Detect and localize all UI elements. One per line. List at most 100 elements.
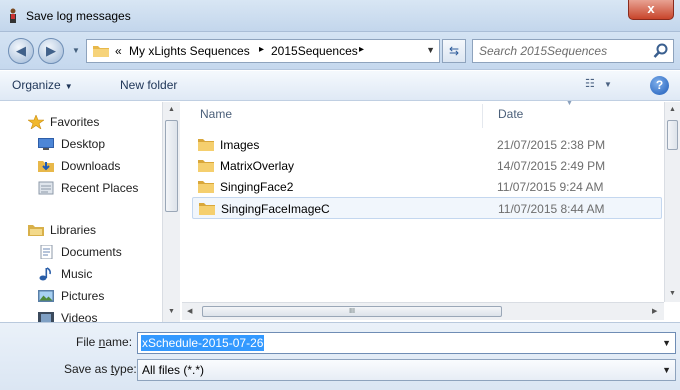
file-name-input[interactable]: xSchedule-2015-07-26 ▼ bbox=[137, 332, 676, 354]
chevron-down-icon[interactable]: ▼ bbox=[662, 338, 671, 348]
horizontal-scrollbar-thumb[interactable]: III bbox=[202, 306, 502, 317]
nav-desktop[interactable]: Desktop bbox=[0, 134, 162, 154]
desktop-icon bbox=[38, 138, 54, 150]
chevron-down-icon[interactable]: ▼ bbox=[662, 365, 671, 375]
recent-pages-dropdown[interactable]: ▼ bbox=[72, 46, 80, 55]
breadcrumb-overflow[interactable]: « bbox=[115, 44, 122, 58]
favorites-label: Favorites bbox=[50, 115, 100, 129]
nav-music[interactable]: Music bbox=[0, 264, 162, 284]
nav-downloads-label: Downloads bbox=[61, 159, 121, 173]
chevron-down-icon: ▼ bbox=[64, 82, 73, 91]
change-view-button[interactable]: ☷ ▼ bbox=[585, 77, 621, 95]
nav-pictures[interactable]: Pictures bbox=[0, 286, 162, 306]
breadcrumb-my-xlights-sequences[interactable]: My xLights Sequences bbox=[129, 44, 250, 58]
scroll-up-arrow-icon[interactable]: ▲ bbox=[669, 106, 676, 113]
scroll-right-arrow-icon[interactable]: ▶ bbox=[652, 307, 657, 315]
file-list-horizontal-scrollbar[interactable]: ◀ III ▶ bbox=[182, 302, 664, 320]
refresh-icon: ⇆ bbox=[448, 44, 460, 58]
column-separator[interactable] bbox=[482, 104, 483, 128]
breadcrumb-separator[interactable]: ▸ bbox=[259, 44, 264, 55]
save-as-type-select[interactable]: All files (*.*) ▼ bbox=[137, 359, 676, 381]
file-name-label-text: File bbox=[76, 335, 99, 349]
vertical-scrollbar-thumb[interactable] bbox=[667, 120, 678, 150]
nav-downloads[interactable]: Downloads bbox=[0, 156, 162, 176]
nav-favorites[interactable]: Favorites bbox=[0, 112, 162, 132]
file-name: MatrixOverlay bbox=[220, 159, 295, 173]
downloads-icon bbox=[38, 161, 54, 172]
videos-icon bbox=[38, 312, 54, 322]
file-date: 11/07/2015 9:24 AM bbox=[497, 180, 604, 194]
favorites-star-icon bbox=[28, 115, 44, 129]
save-as-type-label-text: ype: bbox=[114, 362, 137, 376]
nav-recent-places[interactable]: Recent Places bbox=[0, 178, 162, 198]
libraries-label: Libraries bbox=[50, 223, 97, 237]
scroll-up-arrow-icon[interactable]: ▲ bbox=[168, 106, 175, 113]
file-list-vertical-scrollbar[interactable]: ▲ ▼ bbox=[664, 102, 680, 302]
app-icon bbox=[10, 8, 16, 23]
nav-music-label: Music bbox=[61, 267, 93, 281]
new-folder-button[interactable]: New folder bbox=[120, 78, 177, 92]
nav-recent-places-label: Recent Places bbox=[61, 181, 139, 195]
search-box[interactable] bbox=[472, 39, 674, 63]
view-list-icon: ☷ bbox=[585, 78, 595, 90]
forward-button[interactable]: ▶ bbox=[38, 38, 64, 64]
nav-videos-label: Videos bbox=[61, 311, 98, 322]
folder-icon bbox=[199, 203, 215, 215]
navigation-scrollbar[interactable]: ▲ ▼ bbox=[162, 102, 180, 322]
nav-documents[interactable]: Documents bbox=[0, 242, 162, 262]
nav-pictures-label: Pictures bbox=[61, 289, 105, 303]
back-arrow-icon: ◀ bbox=[16, 43, 26, 58]
forward-arrow-icon: ▶ bbox=[46, 43, 56, 58]
navigation-pane: Favorites Desktop Downloads Recent Place… bbox=[0, 102, 162, 322]
file-name-label-text: ame: bbox=[105, 335, 133, 349]
search-input[interactable] bbox=[479, 43, 649, 59]
scroll-down-arrow-icon[interactable]: ▼ bbox=[669, 290, 676, 297]
file-date: 14/07/2015 2:49 PM bbox=[497, 159, 606, 173]
folder-icon bbox=[198, 139, 214, 151]
scroll-down-arrow-icon[interactable]: ▼ bbox=[168, 308, 175, 315]
address-dropdown-icon[interactable]: ▼ bbox=[426, 45, 435, 55]
file-date: 11/07/2015 8:44 AM bbox=[498, 202, 605, 216]
scroll-left-arrow-icon[interactable]: ◀ bbox=[187, 307, 192, 315]
sort-indicator-icon: ▼ bbox=[566, 100, 573, 107]
scrollbar-grip: III bbox=[349, 308, 355, 315]
folder-icon bbox=[93, 46, 109, 57]
title-bar: Save log messages x bbox=[0, 0, 680, 32]
breadcrumb-separator[interactable]: ▸ bbox=[359, 44, 364, 55]
file-row[interactable]: Images 21/07/2015 2:38 PM bbox=[192, 134, 662, 156]
breadcrumb-2015sequences[interactable]: 2015Sequences bbox=[271, 44, 358, 58]
column-header-name[interactable]: Name bbox=[200, 107, 232, 121]
file-name: Images bbox=[220, 138, 260, 152]
organize-label: Organize bbox=[12, 78, 61, 92]
close-button[interactable]: x bbox=[628, 0, 674, 20]
file-row-selected[interactable]: SingingFaceImageC 11/07/2015 8:44 AM bbox=[192, 197, 662, 219]
save-as-type-label-text: Save as bbox=[64, 362, 111, 376]
column-header-date[interactable]: Date bbox=[498, 107, 523, 121]
file-row[interactable]: MatrixOverlay 14/07/2015 2:49 PM bbox=[192, 155, 662, 177]
refresh-button[interactable]: ⇆ bbox=[442, 39, 466, 63]
save-as-type-label: Save as type: bbox=[64, 362, 137, 376]
nav-documents-label: Documents bbox=[61, 245, 122, 259]
nav-videos[interactable]: Videos bbox=[0, 308, 162, 322]
file-name: SingingFace2 bbox=[220, 180, 294, 194]
help-button[interactable]: ? bbox=[650, 76, 669, 95]
folder-icon bbox=[198, 181, 214, 193]
folder-icon bbox=[198, 160, 214, 172]
file-list: Name ▼ Date Images 21/07/2015 2:38 PM Ma… bbox=[182, 100, 664, 302]
file-date: 21/07/2015 2:38 PM bbox=[497, 138, 606, 152]
address-row: ◀ ▶ ▼ « My xLights Sequences ▸ 2015Seque… bbox=[0, 32, 680, 70]
address-bar[interactable]: « My xLights Sequences ▸ 2015Sequences ▸… bbox=[86, 39, 440, 63]
save-as-type-value: All files (*.*) bbox=[142, 363, 205, 377]
documents-icon bbox=[40, 245, 53, 259]
chevron-down-icon: ▼ bbox=[603, 80, 612, 89]
organize-menu[interactable]: Organize ▼ bbox=[12, 78, 73, 92]
navigation-scrollbar-thumb[interactable] bbox=[165, 120, 178, 212]
file-name: SingingFaceImageC bbox=[221, 202, 330, 216]
back-button[interactable]: ◀ bbox=[8, 38, 34, 64]
recent-places-icon bbox=[38, 181, 54, 195]
libraries-icon bbox=[28, 225, 44, 236]
search-icon[interactable] bbox=[653, 43, 669, 59]
nav-libraries[interactable]: Libraries bbox=[0, 220, 162, 240]
file-row[interactable]: SingingFace2 11/07/2015 9:24 AM bbox=[192, 176, 662, 198]
file-name-value[interactable]: xSchedule-2015-07-26 bbox=[141, 335, 265, 351]
